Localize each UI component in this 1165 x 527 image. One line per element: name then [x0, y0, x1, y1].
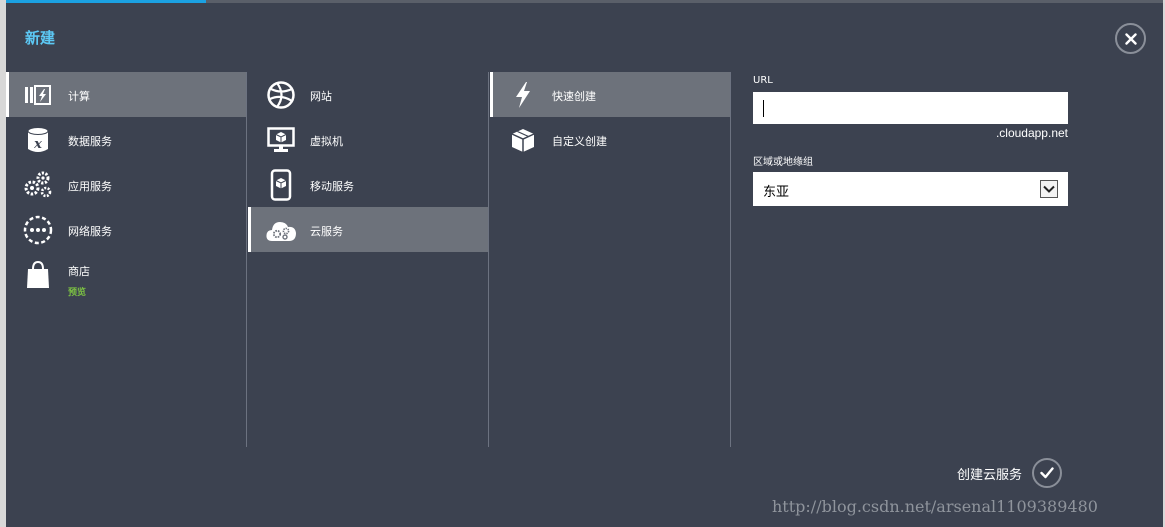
compute-item-cloud-services[interactable]: 云服务: [248, 207, 488, 252]
svg-text:x: x: [33, 137, 42, 152]
text-caret: [763, 100, 764, 117]
create-option-label: 快速创建: [552, 90, 596, 103]
create-option-column: 快速创建 自定义创建: [490, 72, 731, 447]
create-option-custom[interactable]: 自定义创建: [490, 117, 730, 162]
category-label: 数据服务: [68, 135, 112, 148]
compute-item-mobile-services[interactable]: 移动服务: [248, 162, 488, 207]
dialog-title: 新建: [25, 29, 56, 47]
compute-item-label: 云服务: [310, 225, 343, 238]
preview-badge: 预览: [68, 288, 87, 298]
compute-item-website[interactable]: 网站: [248, 72, 488, 117]
region-label: 区域或地缘组: [753, 157, 813, 168]
category-label: 计算: [68, 90, 90, 103]
region-value: 东亚: [763, 185, 790, 200]
mobile-services-icon: [265, 169, 297, 201]
create-cloud-service-label: 创建云服务: [957, 467, 1023, 483]
category-network-services[interactable]: 网络服务: [6, 207, 246, 252]
url-suffix: .cloudapp.net: [995, 126, 1068, 140]
category-store[interactable]: 商店 预览: [6, 252, 246, 302]
create-option-label: 自定义创建: [552, 135, 607, 148]
category-label: 网络服务: [68, 225, 112, 238]
category-column: 计算 x 数据服务 应用服务 网络服务 商店 预览: [6, 72, 247, 447]
store-icon: [22, 259, 54, 291]
confirm-button[interactable]: [1032, 458, 1063, 488]
category-label: 应用服务: [68, 180, 112, 193]
compute-column: 网站 虚拟机 移动服务 云服务: [248, 72, 489, 447]
compute-item-virtual-machine[interactable]: 虚拟机: [248, 117, 488, 162]
network-services-icon: [22, 214, 54, 246]
chevron-down-icon[interactable]: [1040, 180, 1058, 198]
top-strip-accent: [0, 0, 206, 3]
url-input[interactable]: [753, 92, 1068, 124]
website-icon: [265, 79, 297, 111]
app-services-icon: [22, 169, 54, 201]
category-compute[interactable]: 计算: [6, 72, 246, 117]
quick-create-icon: [507, 79, 539, 111]
close-icon: [1124, 32, 1137, 45]
url-label: URL: [753, 75, 773, 86]
virtual-machine-icon: [265, 124, 297, 156]
watermark: http://blog.csdn.net/arsenal1109389480: [772, 497, 1098, 516]
top-strip: [0, 0, 1165, 3]
close-button[interactable]: [1115, 23, 1146, 54]
compute-item-label: 移动服务: [310, 180, 354, 193]
checkmark-icon: [1040, 467, 1054, 479]
create-cloud-service-action[interactable]: 创建云服务: [957, 458, 1063, 488]
category-label: 商店: [68, 265, 90, 278]
category-app-services[interactable]: 应用服务: [6, 162, 246, 207]
data-services-icon: x: [22, 124, 54, 156]
custom-create-icon: [507, 124, 539, 156]
category-data-services[interactable]: x 数据服务: [6, 117, 246, 162]
cloud-services-icon: [265, 214, 297, 246]
compute-icon: [22, 79, 54, 111]
region-select[interactable]: 东亚: [753, 172, 1068, 206]
compute-item-label: 虚拟机: [310, 135, 343, 148]
compute-item-label: 网站: [310, 90, 332, 103]
create-option-quick[interactable]: 快速创建: [490, 72, 730, 117]
